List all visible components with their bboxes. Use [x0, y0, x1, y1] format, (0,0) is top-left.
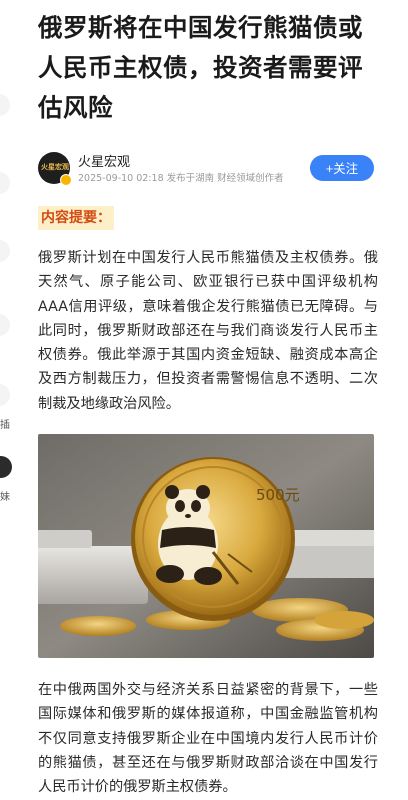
author-row: 火星宏观 火星宏观 2025-09-10 02:18 发布于湖南 财经领域创作者… — [38, 150, 378, 188]
body-paragraph: 在中俄两国外交与经济关系日益紧密的背景下，一些国际媒体和俄罗斯的媒体报道称，中国… — [38, 682, 378, 796]
author-name[interactable]: 火星宏观 — [78, 151, 130, 170]
verified-badge-icon — [60, 174, 72, 186]
left-sidebar: 插 妹 — [0, 0, 16, 800]
publish-meta: 2025-09-10 02:18 发布于湖南 财经领域创作者 — [78, 173, 284, 184]
sidebar-action-icon[interactable] — [0, 240, 10, 262]
summary-paragraph: 俄罗斯计划在中国发行人民币熊猫债及主权债券。俄天然气、原子能公司、欧亚银行已获中… — [38, 250, 378, 412]
follow-button[interactable]: +关注 — [310, 155, 374, 181]
sidebar-label: 插 — [0, 420, 10, 431]
sidebar-action-icon[interactable] — [0, 94, 10, 116]
summary-label: 内容提要： — [38, 206, 114, 230]
sidebar-label: 妹 — [0, 492, 10, 503]
sidebar-action-icon[interactable] — [0, 314, 10, 336]
avatar-logo-text: 火星宏观 — [41, 163, 69, 171]
coin-denomination: 500元 — [256, 486, 300, 504]
article-page: 插 妹 俄罗斯将在中国发行熊猫债或人民币主权债，投资者需要评估风险 火星宏观 火… — [0, 0, 408, 800]
sidebar-avatar[interactable] — [0, 456, 12, 478]
sidebar-action-icon[interactable] — [0, 172, 10, 194]
article-title: 俄罗斯将在中国发行熊猫债或人民币主权债，投资者需要评估风险 — [38, 13, 363, 122]
panda-gold-coin-image: 500元 — [38, 434, 374, 658]
sidebar-action-icon[interactable] — [0, 384, 10, 406]
